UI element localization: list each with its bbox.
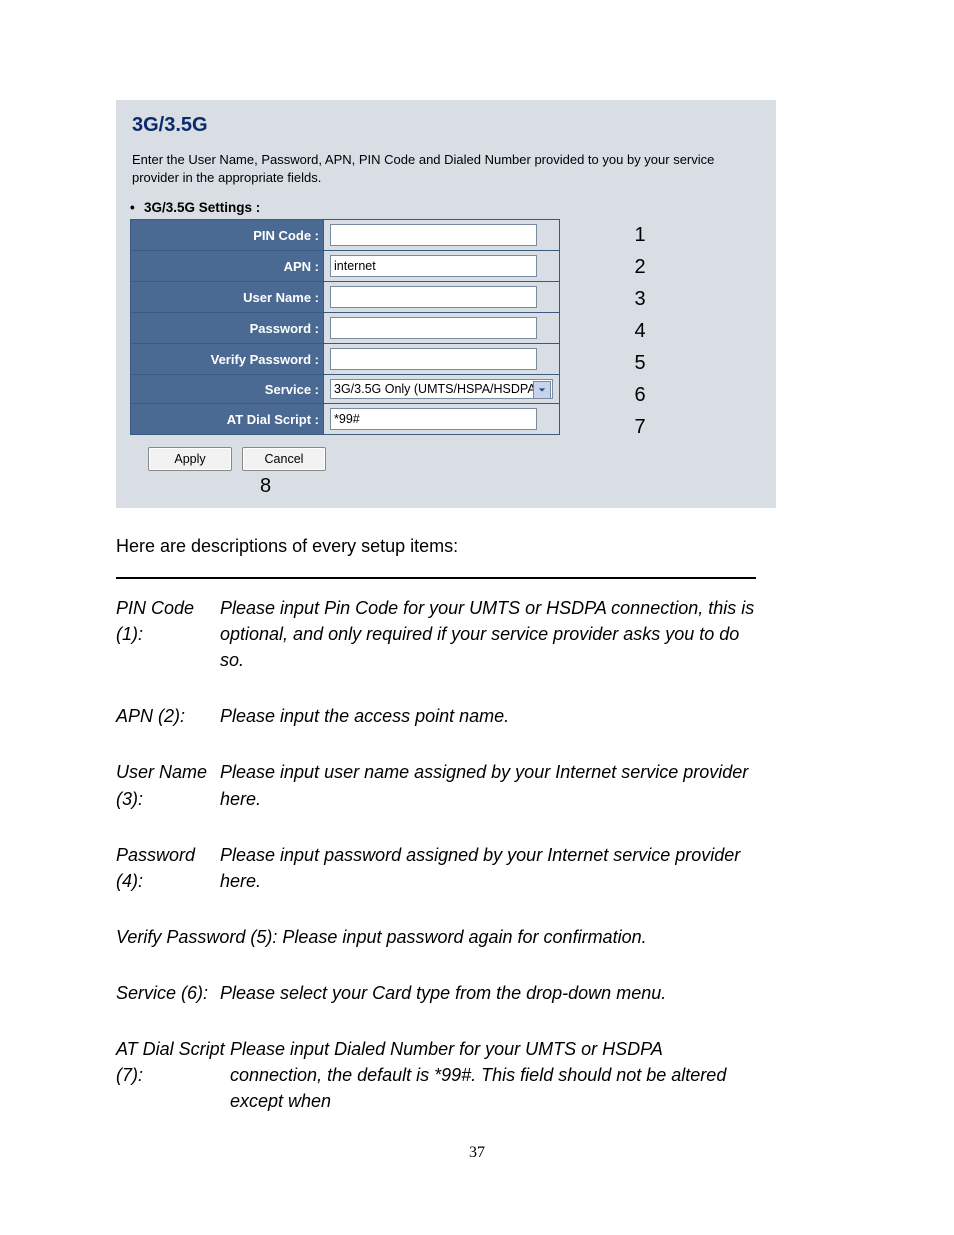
- desc-term: Password (4):: [116, 842, 220, 894]
- panel-intro: Enter the User Name, Password, APN, PIN …: [132, 151, 762, 186]
- panel-heading: 3G/3.5G: [132, 114, 762, 137]
- desc-pin: PIN Code (1): Please input Pin Code for …: [116, 595, 756, 673]
- desc-username: User Name (3): Please input user name as…: [116, 759, 756, 811]
- username-label: User Name :: [131, 282, 324, 313]
- settings-panel: 3G/3.5G Enter the User Name, Password, A…: [116, 100, 776, 508]
- desc-verify-password: Verify Password (5): Please input passwo…: [116, 924, 756, 950]
- verify-password-input[interactable]: [330, 348, 537, 370]
- divider: [116, 577, 756, 579]
- desc-password: Password (4): Please input password assi…: [116, 842, 756, 894]
- index-3: 3: [570, 283, 710, 315]
- body-lead: Here are descriptions of every setup ite…: [116, 536, 756, 557]
- desc-term: Verify Password (5):: [116, 927, 282, 947]
- apn-label: APN :: [131, 251, 324, 282]
- desc-at-dial: AT Dial Script (7): Please input Dialed …: [116, 1036, 756, 1114]
- settings-subheading: 3G/3.5G Settings :: [144, 200, 762, 215]
- index-7: 7: [570, 411, 710, 443]
- chevron-down-icon: [533, 381, 551, 399]
- desc-def: Please input password assigned by your I…: [220, 842, 756, 894]
- cancel-button[interactable]: Cancel: [242, 447, 326, 471]
- index-1: 1: [570, 219, 710, 251]
- index-2: 2: [570, 251, 710, 283]
- body-text: Here are descriptions of every setup ite…: [116, 536, 756, 1114]
- desc-apn: APN (2): Please input the access point n…: [116, 703, 756, 729]
- desc-def: Please input the access point name.: [220, 703, 756, 729]
- desc-term: User Name (3):: [116, 759, 220, 811]
- desc-term: APN (2):: [116, 703, 220, 729]
- index-8: 8: [260, 475, 762, 498]
- service-select-value: 3G/3.5G Only (UMTS/HSPA/HSDPA): [334, 382, 540, 396]
- pin-code-label: PIN Code :: [131, 220, 324, 251]
- desc-term: AT Dial Script (7):: [116, 1036, 230, 1114]
- index-6: 6: [570, 379, 710, 411]
- pin-code-input[interactable]: [330, 224, 537, 246]
- password-label: Password :: [131, 313, 324, 344]
- verify-password-label: Verify Password :: [131, 344, 324, 375]
- settings-area: PIN Code : APN : User Name : Password : …: [130, 219, 720, 435]
- desc-def: Please input Pin Code for your UMTS or H…: [220, 595, 756, 673]
- desc-service: Service (6): Please select your Card typ…: [116, 980, 756, 1006]
- desc-def: Please input user name assigned by your …: [220, 759, 756, 811]
- apn-input[interactable]: [330, 255, 537, 277]
- page-number: 37: [0, 1144, 954, 1162]
- index-column: 1 2 3 4 5 6 7: [570, 219, 710, 443]
- desc-def: Please input password again for confirma…: [282, 927, 646, 947]
- at-dial-input[interactable]: [330, 408, 537, 430]
- password-input[interactable]: [330, 317, 537, 339]
- settings-table: PIN Code : APN : User Name : Password : …: [130, 219, 560, 435]
- desc-term: Service (6):: [116, 980, 220, 1006]
- service-label: Service :: [131, 375, 324, 404]
- index-5: 5: [570, 347, 710, 379]
- apply-button[interactable]: Apply: [148, 447, 232, 471]
- at-dial-label: AT Dial Script :: [131, 404, 324, 435]
- username-input[interactable]: [330, 286, 537, 308]
- button-row: Apply Cancel: [148, 447, 762, 471]
- desc-term: PIN Code (1):: [116, 595, 220, 673]
- service-select[interactable]: 3G/3.5G Only (UMTS/HSPA/HSDPA): [330, 379, 553, 399]
- desc-def: Please input Dialed Number for your UMTS…: [230, 1036, 756, 1114]
- index-4: 4: [570, 315, 710, 347]
- desc-def: Please select your Card type from the dr…: [220, 980, 756, 1006]
